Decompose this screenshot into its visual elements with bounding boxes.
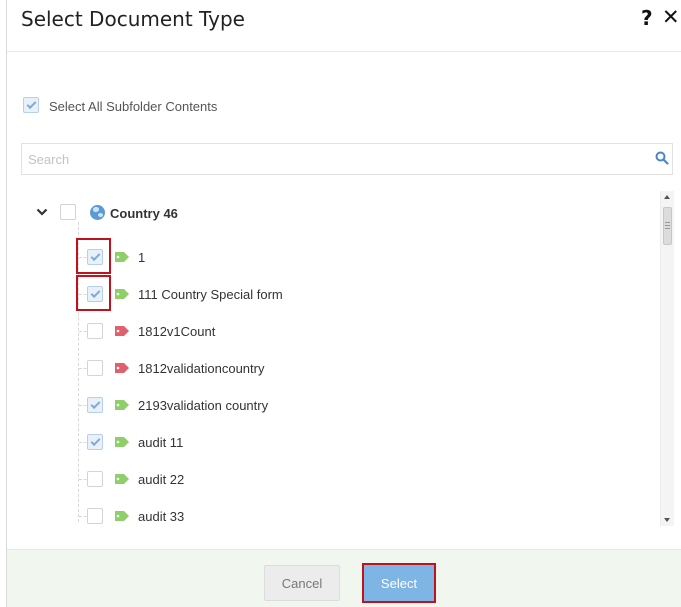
tree-root-label: Country 46	[110, 206, 178, 221]
scroll-down-arrow-icon[interactable]	[664, 518, 670, 522]
select-button[interactable]: Select	[362, 563, 436, 603]
tree-item-label[interactable]: 1812validationcountry	[138, 361, 264, 376]
scroll-thumb[interactable]	[663, 207, 672, 245]
highlight-box	[76, 238, 111, 274]
search-input[interactable]	[22, 144, 642, 174]
search-icon[interactable]	[655, 151, 669, 165]
tag-icon	[115, 252, 129, 262]
select-all-checkbox[interactable]	[23, 97, 39, 113]
document-type-tree: Country 46 1 111 Country Special form 1812…	[21, 186, 661, 526]
tree-item-label[interactable]: 111 Country Special form	[138, 287, 283, 302]
tree-item-label[interactable]: 1812v1Count	[138, 324, 215, 339]
tree-item-checkbox[interactable]	[87, 397, 103, 413]
tree-item-checkbox[interactable]	[87, 471, 103, 487]
tag-icon	[115, 363, 129, 373]
scroll-up-arrow-icon[interactable]	[664, 195, 670, 199]
highlight-box	[76, 275, 111, 311]
tree-item-checkbox[interactable]	[87, 360, 103, 376]
tag-icon	[115, 289, 129, 299]
tree-item-label[interactable]: 1	[138, 250, 145, 265]
tag-icon	[115, 326, 129, 336]
close-icon[interactable]: ✕	[662, 5, 680, 29]
help-icon[interactable]: ?	[641, 6, 653, 30]
tag-icon	[115, 511, 129, 521]
globe-icon	[90, 205, 105, 220]
tree-item-checkbox[interactable]	[87, 323, 103, 339]
dialog-footer	[7, 549, 681, 607]
select-document-type-dialog: Select Document Type ? ✕ Select All Subf…	[6, 0, 681, 607]
tree-item-label[interactable]: audit 33	[138, 509, 184, 524]
root-checkbox[interactable]	[60, 204, 76, 220]
tree-item-checkbox[interactable]	[87, 508, 103, 524]
dialog-title: Select Document Type	[21, 7, 245, 31]
select-all-label: Select All Subfolder Contents	[49, 99, 218, 114]
search-box	[21, 143, 673, 175]
cancel-button[interactable]: Cancel	[264, 565, 340, 601]
tag-icon	[115, 437, 129, 447]
chevron-down-icon[interactable]	[36, 206, 48, 218]
tree-item-checkbox[interactable]	[87, 434, 103, 450]
tree-item-label[interactable]: audit 11	[138, 435, 183, 450]
tree-item-label[interactable]: 2193validation country	[138, 398, 268, 413]
tree-scrollbar[interactable]	[660, 191, 674, 526]
tree-item-label[interactable]: audit 22	[138, 472, 184, 487]
tag-icon	[115, 400, 129, 410]
tag-icon	[115, 474, 129, 484]
dialog-header: Select Document Type ? ✕	[7, 0, 681, 52]
